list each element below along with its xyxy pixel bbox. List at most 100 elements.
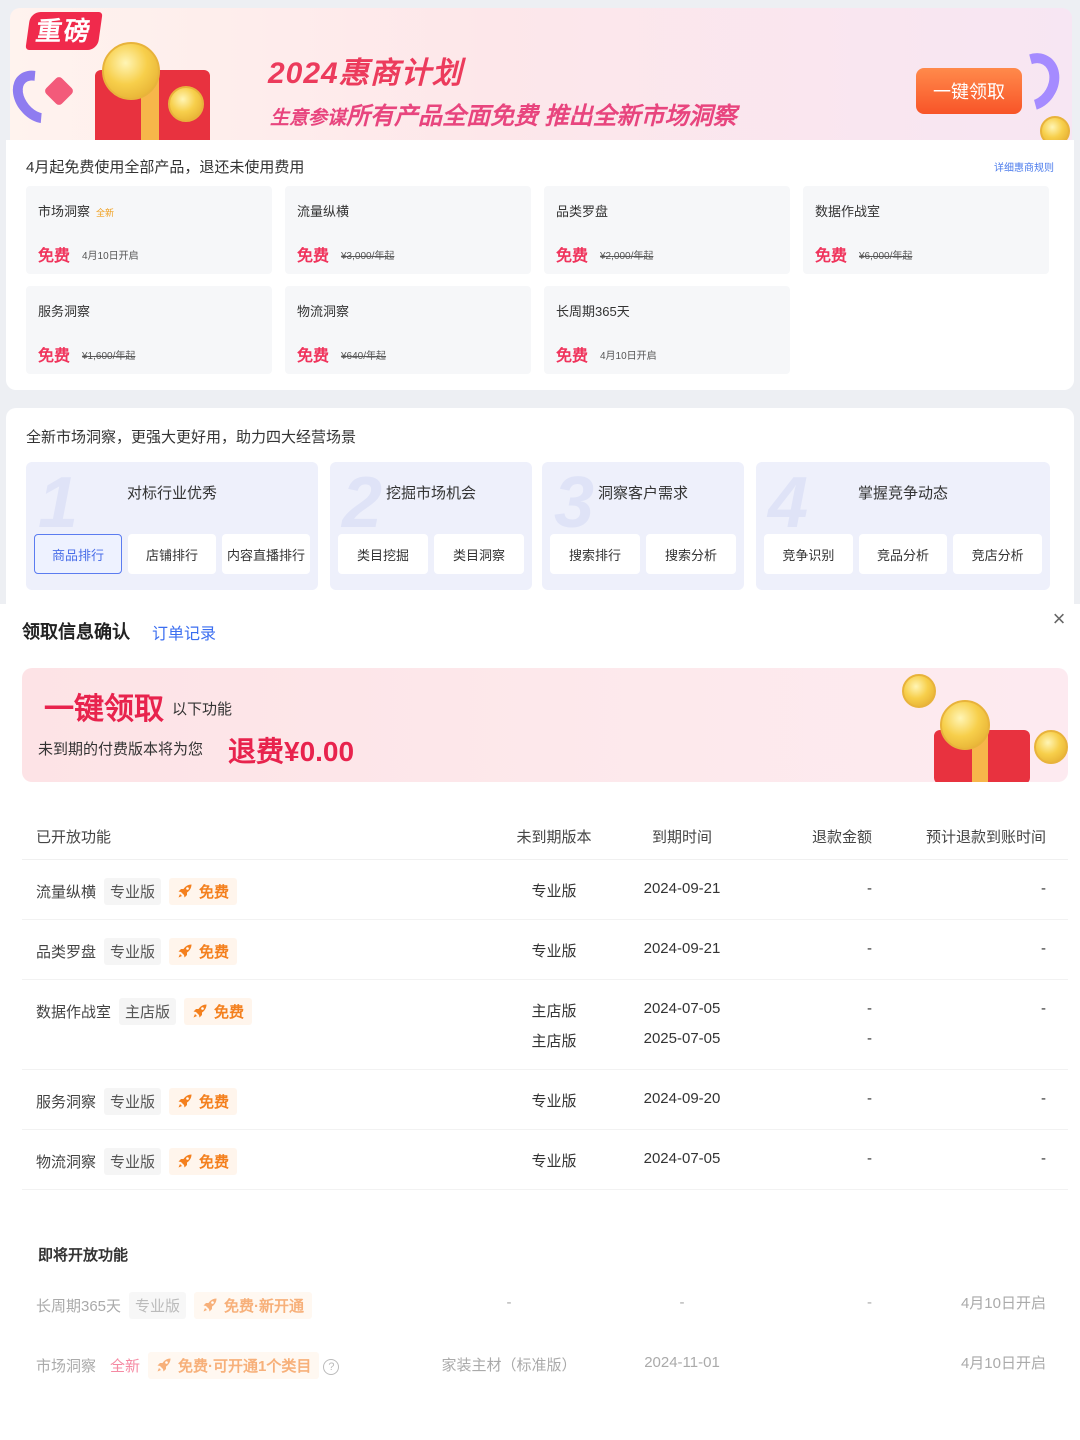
banner-tag: 重磅 (25, 12, 103, 50)
rocket-icon (193, 1004, 207, 1018)
scene-title: 洞察客户需求 (597, 485, 688, 502)
expiry-cell: 2024-07-05 (643, 1150, 721, 1167)
product-card: 市场洞察 全新 免费 4月10日开启 (26, 186, 272, 274)
product-card: 流量纵横 免费 ¥3,000/年起 (285, 186, 531, 274)
arrival-cell: - (1041, 1000, 1046, 1017)
scene-block: 1 对标行业优秀 商品排行 店铺排行 内容直播排行 (26, 462, 318, 590)
product-card: 服务洞察 免费 ¥1,600/年起 (26, 286, 272, 374)
expiry-cell: 2024-11-01 (644, 1354, 720, 1371)
arrival-cell: - (1041, 1090, 1046, 1107)
table-row: 数据作战室 主店版 免费 主店版 2024-07-05- 主店版 2025-07-05- - (22, 980, 1068, 1070)
product-price: ¥3,000/年起 (341, 251, 395, 262)
upcoming-row: 长周期365天 专业版 免费·新开通 - - - 4月10日开启 (22, 1278, 1068, 1338)
feature-name: 品类罗盘 (36, 944, 97, 961)
scenes-panel-title: 全新市场洞察，更强大更好用，助力四大经营场景 (26, 429, 357, 446)
product-price: ¥1,600/年起 (82, 351, 136, 362)
scene-button[interactable]: 内容直播排行 (222, 534, 310, 574)
rocket-icon (178, 1154, 192, 1168)
claim-all-button[interactable]: 一键领取 (916, 68, 1022, 114)
expiry-cell: - (679, 1294, 685, 1311)
coin-icon (102, 42, 160, 100)
products-panel: 4月起免费使用全部产品，退还未使用费用 详细惠商规则 市场洞察 全新 免费 4月10日… (6, 140, 1074, 390)
arrival-cell: - (1041, 940, 1046, 957)
feature-cell: 数据作战室 主店版 免费 (36, 998, 253, 1025)
order-records-link[interactable]: 订单记录 (152, 620, 216, 644)
free-badge: 免费 (169, 1148, 238, 1175)
product-price: ¥640/年起 (341, 351, 387, 362)
promo-refund-text: 未到期的付费版本将为您 (38, 741, 204, 758)
header-version: 未到期版本 (516, 829, 592, 846)
product-card: 长周期365天 免费 4月10日开启 (544, 286, 790, 374)
arrival-cell: - (1041, 1150, 1046, 1167)
coin-icon (1040, 116, 1070, 140)
scene-button[interactable]: 竞店分析 (953, 534, 1043, 574)
promo-headline: 一键领取 (44, 693, 164, 726)
product-name: 数据作战室 (815, 204, 881, 219)
feature-cell: 长周期365天 专业版 免费·新开通 (36, 1292, 313, 1319)
table-header: 已开放功能 未到期版本 到期时间 退款金额 预计退款到账时间 (22, 810, 1068, 860)
promo-headline-suffix: 以下功能 (172, 701, 233, 718)
refund-cell: - (867, 1030, 872, 1047)
table-row: 品类罗盘 专业版 免费 专业版 2024-09-21- - (22, 920, 1068, 980)
close-icon[interactable]: × (1046, 606, 1072, 632)
product-name: 长周期365天 (556, 304, 630, 319)
scene-buttons: 商品排行 店铺排行 内容直播排行 (34, 534, 310, 574)
expiry-cell: 2024-07-05 (643, 1000, 721, 1017)
header-refund: 退款金额 (811, 829, 872, 846)
version-badge: 专业版 (104, 878, 162, 905)
banner-subtitle: 生意参谋所有产品全面免费 推出全新市场洞察 (270, 103, 737, 130)
rocket-icon (178, 1094, 192, 1108)
free-badge: 免费·可开通1个类目 (148, 1352, 320, 1379)
product-price: 4月10日开启 (82, 251, 139, 262)
feature-cell: 物流洞察 专业版 免费 (36, 1148, 238, 1175)
scene-button[interactable]: 搜索排行 (550, 534, 640, 574)
free-badge: 免费 (184, 998, 253, 1025)
scene-button[interactable]: 商品排行 (34, 534, 122, 574)
upcoming-section-title: 即将开放功能 (38, 1247, 129, 1264)
version-cell: 主店版 (531, 1033, 577, 1050)
coin-icon (940, 700, 990, 750)
feature-cell: 流量纵横 专业版 免费 (36, 878, 238, 905)
rules-link[interactable]: 详细惠商规则 (994, 159, 1054, 174)
help-icon[interactable]: ? (323, 1359, 340, 1375)
new-tag: 全新 (110, 1358, 141, 1375)
product-price: 4月10日开启 (600, 351, 657, 362)
scene-button[interactable]: 竞品分析 (858, 534, 948, 574)
scene-button[interactable]: 竞争识别 (764, 534, 853, 574)
scene-number: 3 (554, 463, 595, 543)
version-cell: 专业版 (531, 943, 577, 960)
scene-number: 4 (768, 463, 809, 543)
product-name: 市场洞察 全新 (38, 204, 115, 219)
version-badge: 主店版 (119, 998, 177, 1025)
expiry-cell: 2024-09-20 (643, 1090, 721, 1107)
scene-button[interactable]: 店铺排行 (128, 534, 216, 574)
feature-name: 长周期365天 (36, 1298, 122, 1315)
free-label: 免费 (815, 248, 848, 265)
header-arrival: 预计退款到账时间 (925, 829, 1046, 846)
version-cell: 专业版 (531, 883, 577, 900)
feature-name: 流量纵横 (36, 884, 97, 901)
scene-button[interactable]: 搜索分析 (646, 534, 736, 574)
product-card: 品类罗盘免费 ¥2,000/年起 (544, 186, 790, 274)
product-price: ¥2,000/年起 (600, 251, 654, 262)
free-label: 免费 (38, 348, 71, 365)
product-name: 品类罗盘 (556, 204, 609, 219)
scene-buttons: 类目挖掘 类目洞察 (338, 534, 524, 574)
table-row: 物流洞察 专业版 免费 专业版 2024-07-05- - (22, 1130, 1068, 1190)
expiry-cell: 2024-09-21 (643, 880, 721, 897)
product-name: 物流洞察 (297, 304, 350, 319)
banner-title: 2024惠商计划 (268, 57, 463, 90)
free-label: 免费 (556, 248, 589, 265)
scene-block: 4 掌握竞争动态 竞争识别 竞品分析 竞店分析 (756, 462, 1050, 590)
arrival-cell: 4月10日开启 (960, 1295, 1046, 1312)
free-label: 免费 (297, 348, 330, 365)
scene-button[interactable]: 类目挖掘 (338, 534, 428, 574)
product-price: ¥6,000/年起 (859, 251, 913, 262)
rocket-icon (178, 944, 192, 958)
products-panel-title: 4月起免费使用全部产品，退还未使用费用 (26, 159, 305, 176)
scene-button[interactable]: 类目洞察 (434, 534, 524, 574)
refund-cell: - (867, 1294, 872, 1311)
scene-number: 1 (38, 463, 79, 543)
feature-name: 市场洞察 (36, 1358, 97, 1375)
version-cell: - (506, 1294, 512, 1311)
